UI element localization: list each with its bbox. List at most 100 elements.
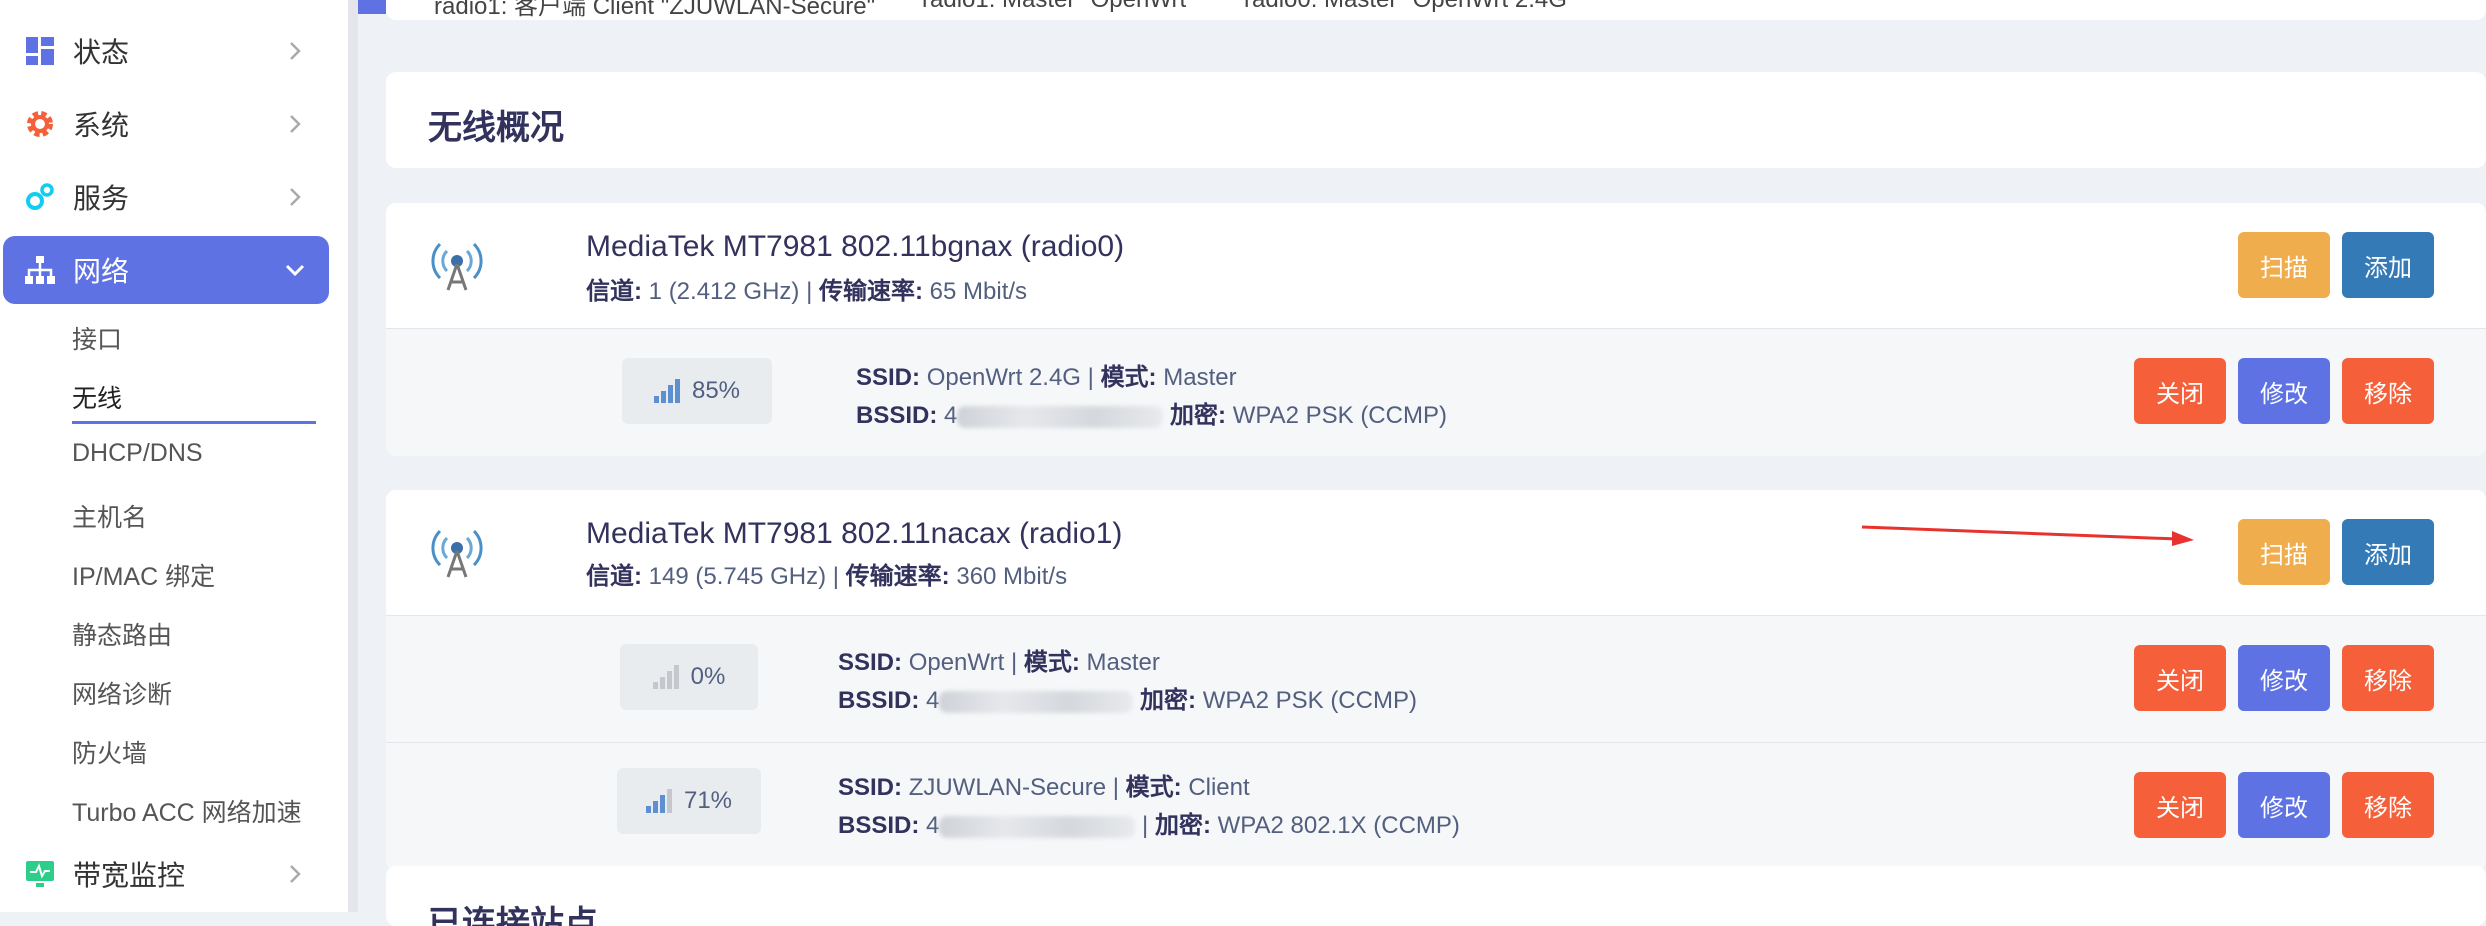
channel-value: 1 (2.412 GHz): [648, 278, 800, 305]
signal-strength-icon: [653, 379, 680, 403]
encryption-value: WPA2 802.1X (CCMP): [1217, 812, 1460, 839]
bssid-value: 4: [926, 687, 940, 714]
rate-label: 传输速率:: [818, 278, 923, 305]
signal-strength-icon: [645, 789, 672, 813]
chevron-right-icon: [290, 42, 301, 60]
menu-item-status[interactable]: 状态: [3, 17, 329, 85]
radio-header: MediaTek MT7981 802.11nacax (radio1) 信道:…: [386, 490, 2486, 614]
ssid-line: SSID: OpenWrt 2.4G | 模式: Master: [856, 364, 1237, 391]
add-button[interactable]: 添加: [2342, 519, 2434, 585]
ssid-label: SSID:: [838, 649, 903, 676]
network-row: 85% SSID: OpenWrt 2.4G | 模式: Master BSSI…: [386, 328, 2486, 456]
disable-button[interactable]: 关闭: [2134, 358, 2226, 424]
encryption-label: 加密:: [1170, 402, 1227, 429]
bssid-value: 4: [944, 402, 958, 429]
signal-percent: 0%: [690, 663, 726, 690]
ssid-line: SSID: OpenWrt | 模式: Master: [838, 649, 1160, 676]
channel-label: 信道:: [586, 278, 642, 305]
radio-title: MediaTek MT7981 802.11nacax (radio1): [586, 517, 1123, 550]
remove-button[interactable]: 移除: [2342, 358, 2434, 424]
menu-item-label: 带宽监控: [73, 860, 186, 891]
remove-button[interactable]: 移除: [2342, 772, 2434, 838]
radio-info: 信道: 149 (5.745 GHz) | 传输速率: 360 Mbit/s: [586, 563, 1068, 590]
stations-title: 已连接站点: [428, 905, 598, 926]
menu-item-system[interactable]: 系统: [3, 90, 329, 158]
scan-button[interactable]: 扫描: [2238, 232, 2330, 298]
channel-label: 信道:: [586, 563, 642, 590]
dashboard-icon: [25, 36, 55, 66]
wifi-antenna-icon: [431, 242, 483, 291]
summary-radio1-master: radio1: Master "OpenWrt": [922, 0, 1195, 14]
sidebar: 状态 系统 服务 网络 接口 无线 DHCP/DNS 主机名 IP/MAC 绑定…: [0, 0, 348, 912]
channel-value: 149 (5.745 GHz): [648, 563, 827, 590]
submenu-ip-mac-binding[interactable]: IP/MAC 绑定: [72, 557, 215, 593]
mode-label: 模式:: [1100, 364, 1157, 391]
submenu-interfaces[interactable]: 接口: [72, 320, 122, 356]
menu-item-label: 服务: [73, 183, 130, 214]
encryption-value: WPA2 PSK (CCMP): [1202, 687, 1417, 714]
edit-button[interactable]: 修改: [2238, 772, 2330, 838]
rate-value: 65 Mbit/s: [929, 278, 1028, 305]
summary-radio1-client: radio1: 客户端 Client "ZJUWLAN-Secure": [434, 0, 876, 20]
edit-button[interactable]: 修改: [2238, 645, 2330, 711]
chevron-right-icon: [290, 188, 301, 206]
monitor-icon: [25, 859, 55, 889]
wifi-antenna-icon: [431, 529, 483, 578]
rate-label: 传输速率:: [845, 563, 950, 590]
sidebar-divider: [348, 0, 358, 912]
bssid-label: BSSID:: [838, 812, 920, 839]
active-submenu-underline: [72, 421, 316, 424]
header-accent-bar: [358, 0, 386, 14]
redacted-bssid: [957, 405, 1164, 428]
submenu-turbo-acc[interactable]: Turbo ACC 网络加速: [72, 793, 302, 829]
annotation-arrow-icon: [1861, 525, 2194, 546]
bssid-value: 4: [926, 812, 940, 839]
summary-radio0-master: radio0: Master "OpenWrt 2.4G": [1244, 0, 1575, 14]
signal-badge: 85%: [622, 358, 772, 424]
mode-label: 模式:: [1125, 774, 1182, 801]
menu-item-services[interactable]: 服务: [3, 163, 329, 231]
ssid-value: OpenWrt: [908, 649, 1005, 676]
mode-value: Client: [1188, 774, 1250, 801]
signal-percent: 85%: [691, 377, 741, 404]
wireless-summary-card: radio1: 客户端 Client "ZJUWLAN-Secure" radi…: [386, 0, 2486, 20]
chevron-right-icon: [290, 865, 301, 883]
submenu-diagnostics[interactable]: 网络诊断: [72, 675, 172, 711]
add-button[interactable]: 添加: [2342, 232, 2434, 298]
ssid-label: SSID:: [838, 774, 903, 801]
disable-button[interactable]: 关闭: [2134, 645, 2226, 711]
submenu-static-routes[interactable]: 静态路由: [72, 616, 172, 652]
gear-icon: [25, 109, 55, 139]
menu-item-bandwidth-monitor[interactable]: 带宽监控: [3, 840, 329, 908]
mode-label: 模式:: [1023, 649, 1080, 676]
submenu-dhcp-dns[interactable]: DHCP/DNS: [72, 439, 203, 468]
chevron-down-icon: [285, 264, 305, 277]
ssid-value: ZJUWLAN-Secure: [908, 774, 1107, 801]
encryption-label: 加密:: [1140, 687, 1197, 714]
menu-item-network[interactable]: 网络: [3, 236, 329, 304]
radio-card-radio0: MediaTek MT7981 802.11bgnax (radio0) 信道:…: [386, 203, 2486, 456]
signal-badge: 0%: [620, 644, 758, 710]
ssid-line: SSID: ZJUWLAN-Secure | 模式: Client: [838, 774, 1250, 801]
submenu-wireless[interactable]: 无线: [72, 379, 122, 415]
signal-badge: 71%: [617, 768, 761, 834]
menu-item-label: 状态: [73, 37, 130, 68]
bssid-label: BSSID:: [838, 687, 920, 714]
rate-value: 360 Mbit/s: [956, 563, 1068, 590]
mode-value: Master: [1086, 649, 1160, 676]
edit-button[interactable]: 修改: [2238, 358, 2330, 424]
disable-button[interactable]: 关闭: [2134, 772, 2226, 838]
bssid-line: BSSID: 4 加密: WPA2 PSK (CCMP): [838, 680, 1417, 715]
remove-button[interactable]: 移除: [2342, 645, 2434, 711]
radio-header: MediaTek MT7981 802.11bgnax (radio0) 信道:…: [386, 203, 2486, 327]
ssid-label: SSID:: [856, 364, 921, 391]
ssid-value: OpenWrt 2.4G: [926, 364, 1081, 391]
stations-card: 已连接站点: [386, 866, 2486, 926]
bssid-line: BSSID: 4 | 加密: WPA2 802.1X (CCMP): [838, 812, 1460, 839]
submenu-hostnames[interactable]: 主机名: [72, 498, 147, 534]
scan-button[interactable]: 扫描: [2238, 519, 2330, 585]
radio-title: MediaTek MT7981 802.11bgnax (radio0): [586, 230, 1125, 263]
redacted-bssid: [939, 690, 1134, 713]
encryption-value: WPA2 PSK (CCMP): [1232, 402, 1447, 429]
submenu-firewall[interactable]: 防火墙: [72, 734, 147, 770]
